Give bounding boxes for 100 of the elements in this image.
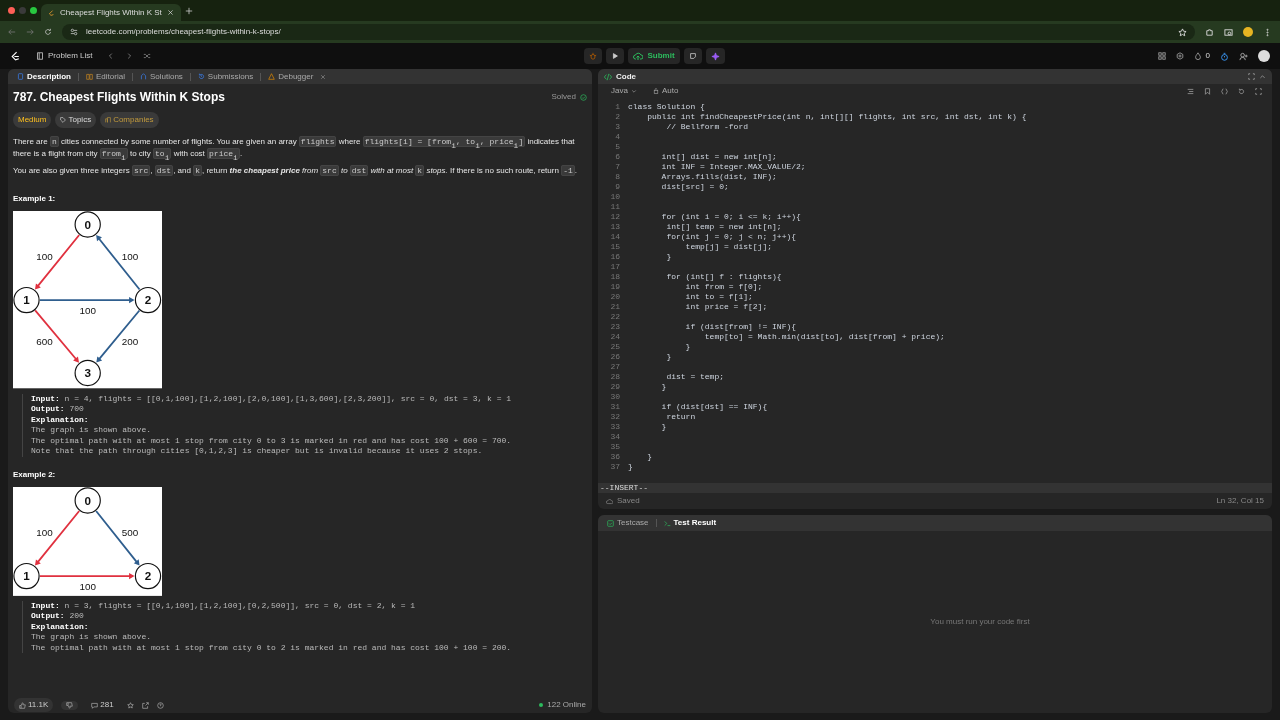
fullscreen-icon[interactable]	[1248, 73, 1255, 80]
add-user-icon[interactable]	[1239, 51, 1248, 61]
line-number: 34	[609, 432, 620, 442]
companies-tag[interactable]: Companies	[100, 112, 159, 129]
tab-title: Cheapest Flights Within K St	[60, 6, 162, 19]
check-box-icon	[607, 519, 614, 527]
bug-icon	[589, 52, 598, 60]
streak-count: 0	[1205, 50, 1210, 62]
plus-icon[interactable]	[185, 6, 193, 15]
line-number: 16	[609, 252, 620, 262]
thumbs-down-icon	[66, 701, 74, 709]
line-number: 22	[609, 312, 620, 322]
panel-tab[interactable]: Testcase	[604, 516, 652, 530]
problem-list-button[interactable]: Problem List	[31, 48, 98, 64]
panel-tab[interactable]: Debugger	[265, 70, 317, 83]
example-line: Output: 200	[31, 611, 85, 622]
media-search-icon[interactable]	[1224, 27, 1233, 37]
edge-weight: 600	[36, 336, 53, 348]
edge-weight: 100	[79, 580, 96, 592]
line-number: 29	[609, 382, 620, 392]
flame-icon[interactable]	[1193, 52, 1202, 60]
panel-tab[interactable]: Description	[14, 70, 74, 83]
shuffle-icon[interactable]	[143, 52, 152, 60]
online-indicator-icon	[539, 703, 544, 707]
reload-icon[interactable]	[44, 28, 52, 36]
line-number: 15	[609, 242, 620, 252]
submit-button[interactable]: Submit	[628, 48, 680, 64]
panel-tab[interactable]: Solutions	[136, 70, 186, 83]
more-menu-icon[interactable]	[1263, 27, 1272, 37]
panel-tab[interactable]: Test Result	[660, 516, 720, 530]
line-number: 12	[609, 212, 620, 222]
difficulty-tag[interactable]: Medium	[13, 112, 52, 129]
format-icon[interactable]	[1187, 87, 1194, 95]
code-line: int[] temp = new int[n];	[665, 222, 782, 232]
reset-icon[interactable]	[1238, 87, 1245, 95]
example-line: The optimal path with at most 1 stop from city 0 to 2 is marked in red and has cost 100 + 100 = 200.	[31, 642, 513, 654]
language-dropdown[interactable]: Java	[608, 84, 640, 98]
graph-node: 3	[74, 360, 101, 387]
history-icon	[197, 73, 205, 80]
line-number: 9	[614, 182, 620, 192]
collapse-icon[interactable]	[1259, 73, 1266, 80]
code-line: public int findCheapestPrice(int n, int[][] flights, int src, int dst, int k) {	[646, 112, 1027, 122]
address-bar[interactable]: leetcode.com/problems/cheapest-flights-within-k-stops/	[62, 24, 1195, 40]
notes-button[interactable]	[683, 48, 702, 64]
line-number: 5	[614, 142, 620, 152]
line-number: 13	[609, 222, 620, 232]
ai-assist-button[interactable]	[705, 48, 725, 64]
browser-tab[interactable]: Cheapest Flights Within K St	[41, 4, 181, 21]
star-icon[interactable]	[126, 701, 134, 709]
expand-icon[interactable]	[1255, 87, 1262, 95]
topics-tag[interactable]: Topics	[55, 112, 97, 129]
code-icon	[604, 72, 612, 81]
back-arrow-icon[interactable]	[8, 28, 16, 36]
settings-icon[interactable]	[1175, 52, 1184, 60]
dislike-button[interactable]	[61, 700, 79, 710]
graph-node: 1	[13, 287, 40, 314]
code-line: class Solution {	[628, 102, 705, 112]
bookmark-icon[interactable]	[1204, 87, 1211, 95]
forward-arrow-icon[interactable]	[26, 28, 34, 36]
panel-tab[interactable]: Submissions	[194, 70, 257, 83]
layout-grid-icon[interactable]	[1157, 52, 1166, 60]
example-heading: Example 2:	[13, 468, 57, 481]
line-number: 37	[609, 462, 620, 472]
line-number: 19	[609, 282, 620, 292]
tag-icon	[60, 117, 67, 124]
comment-icon	[91, 701, 99, 709]
example-line: The graph is shown above.	[31, 632, 153, 643]
like-button[interactable]: 11.1K	[14, 698, 54, 712]
close-window-icon[interactable]	[8, 7, 15, 14]
site-settings-icon[interactable]	[70, 28, 78, 36]
code-line: temp[to] = Math.min(dist[to], dist[from] + price);	[703, 332, 945, 342]
close-icon[interactable]	[320, 73, 327, 80]
panel-tab[interactable]: Editorial	[83, 70, 128, 83]
line-number: 33	[609, 422, 620, 432]
example-heading: Example 1:	[13, 193, 57, 206]
timer-icon[interactable]	[1220, 51, 1229, 61]
code-line: }	[646, 452, 652, 462]
graph-node: 0	[74, 211, 101, 239]
line-number: 23	[609, 322, 620, 332]
line-number: 30	[609, 392, 620, 402]
user-avatar[interactable]	[1258, 50, 1270, 62]
graph-node: 2	[134, 562, 162, 589]
cloud-upload-icon	[633, 51, 644, 61]
profile-avatar[interactable]	[1243, 27, 1253, 37]
line-number: 2	[614, 112, 620, 122]
cloud-icon	[606, 497, 613, 505]
code-line: return	[665, 412, 696, 422]
code-line: for (int i = 0; i <= k; i++){	[660, 212, 801, 222]
share-icon[interactable]	[141, 701, 149, 709]
example-line: Input: n = 4, flights = [[0,1,100],[1,2,100],[2,0,100],[1,3,600],[2,3,200]], src = 0, dst = 3, k = 1	[31, 393, 513, 405]
comments-button[interactable]: 281	[86, 698, 119, 712]
maximize-window-icon[interactable]	[30, 7, 37, 14]
run-button[interactable]	[606, 48, 625, 64]
lock-icon	[652, 88, 659, 94]
play-icon	[611, 52, 620, 60]
auto-mode-toggle[interactable]: Auto	[649, 84, 682, 98]
extensions-icon[interactable]	[1205, 27, 1214, 37]
line-number: 25	[609, 342, 620, 352]
braces-icon[interactable]	[1221, 87, 1228, 95]
line-number: 3	[614, 122, 620, 132]
